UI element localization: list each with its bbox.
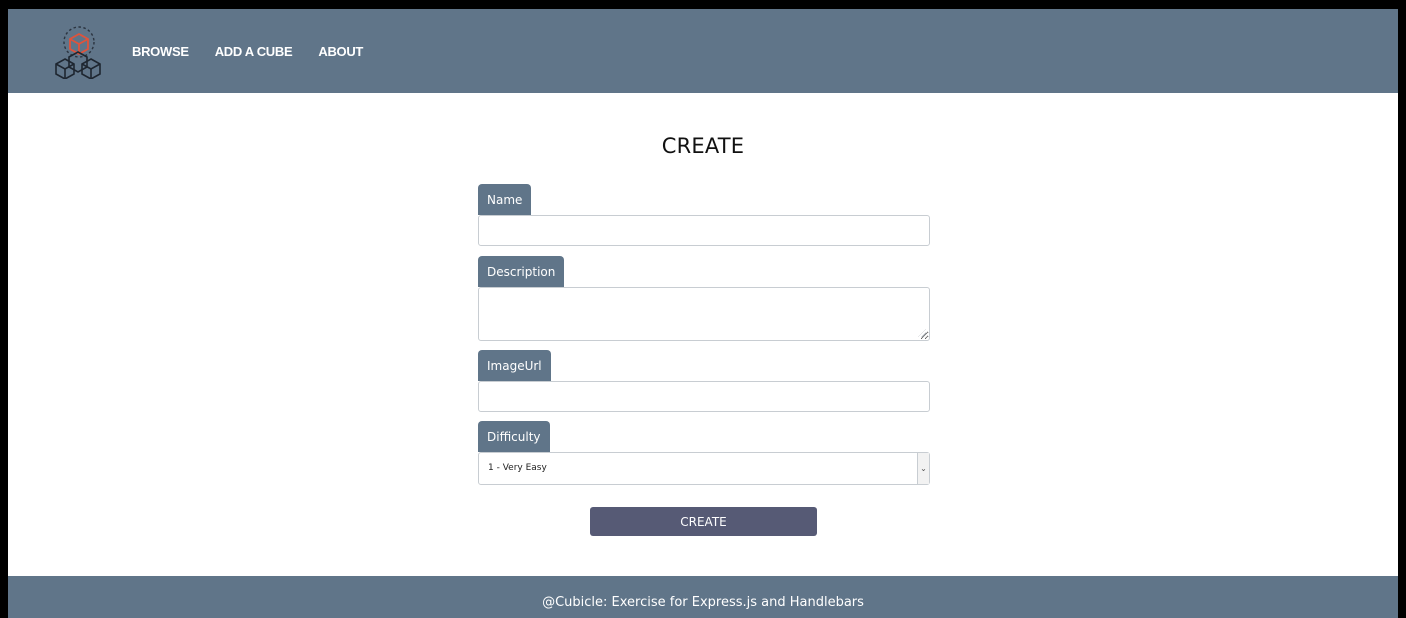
nav-add-cube-link[interactable]: ADD A CUBE — [215, 44, 293, 59]
name-label: Name — [478, 184, 532, 215]
difficulty-label: Difficulty — [478, 421, 550, 452]
nav-about-link[interactable]: ABOUT — [318, 44, 363, 59]
difficulty-select[interactable]: 1 - Very Easy ⌄ — [478, 452, 930, 485]
description-label: Description — [478, 256, 565, 287]
imageurl-label: ImageUrl — [478, 350, 551, 381]
nav-browse-link[interactable]: BROWSE — [132, 44, 189, 59]
page-title: CREATE — [661, 134, 745, 158]
top-navbar: BROWSE ADD A CUBE ABOUT — [8, 9, 1398, 93]
create-button[interactable]: CREATE — [590, 507, 817, 536]
cubes-logo-icon[interactable] — [52, 25, 104, 79]
main-nav: BROWSE ADD A CUBE ABOUT — [132, 9, 363, 93]
description-textarea[interactable] — [478, 287, 930, 341]
footer-text: @Cubicle: Exercise for Express.js and Ha… — [542, 595, 864, 610]
difficulty-selected-value: 1 - Very Easy — [488, 463, 547, 473]
name-input[interactable] — [478, 215, 930, 246]
footer: @Cubicle: Exercise for Express.js and Ha… — [8, 576, 1398, 618]
imageurl-input[interactable] — [478, 381, 930, 412]
chevron-down-icon[interactable]: ⌄ — [917, 453, 929, 484]
